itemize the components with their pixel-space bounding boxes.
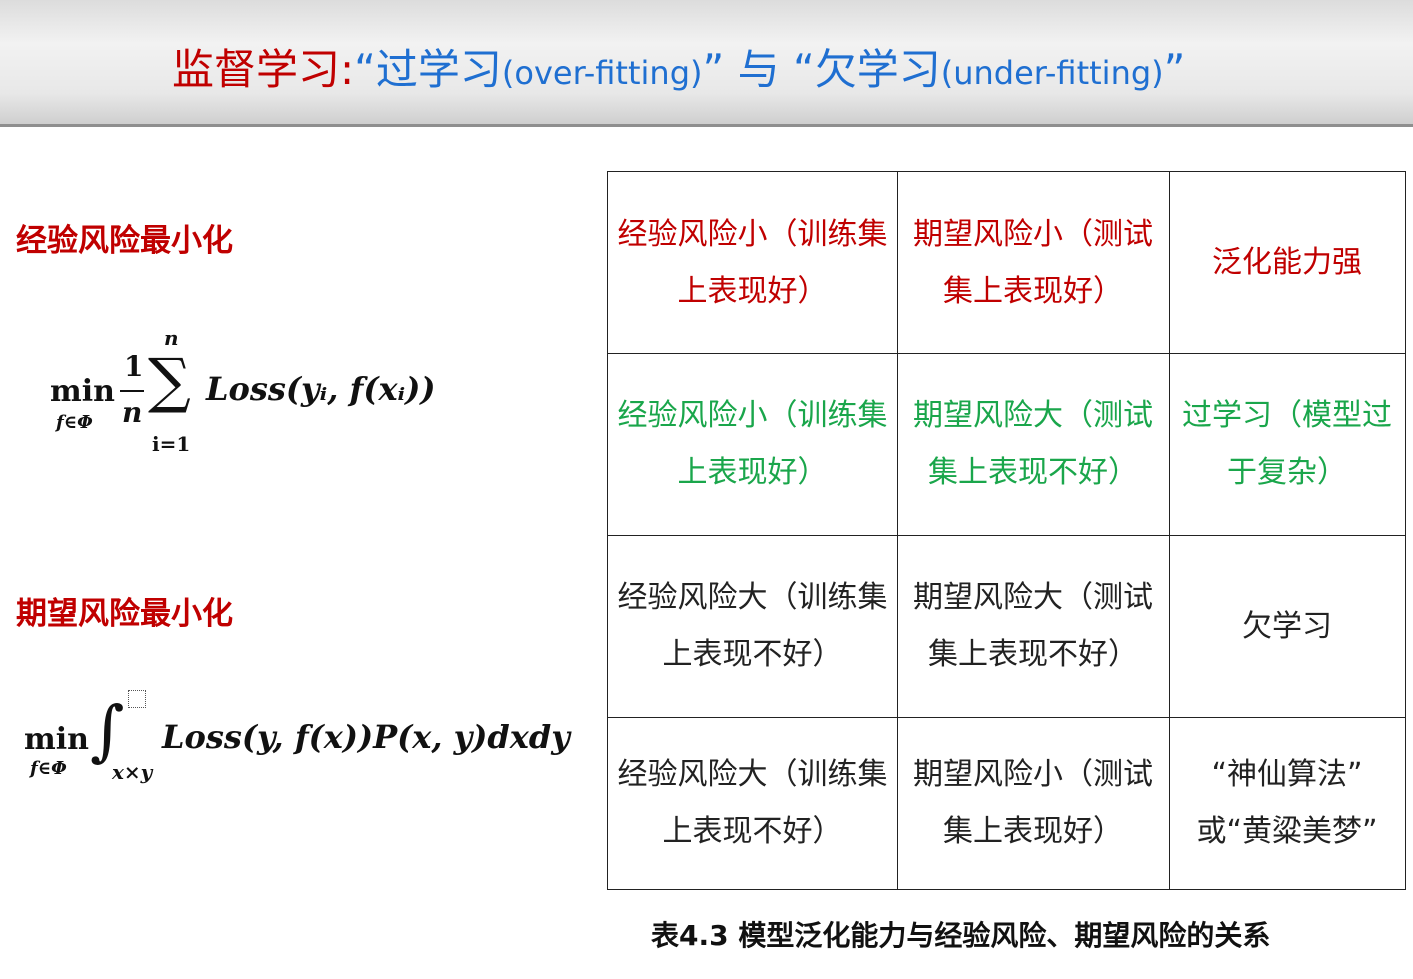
table-cell-r3-empirical: 经验风险大（训练集上表现不好） xyxy=(617,580,888,672)
erm-sum-symbol: ∑ xyxy=(148,346,191,416)
table-caption: 表4.3 模型泛化能力与经验风险、期望风险的关系 xyxy=(651,919,1271,952)
srm-upper-limit-placeholder xyxy=(128,690,146,708)
erm-sum-lower: i=1 xyxy=(152,432,191,456)
erm-fraction-denominator: n xyxy=(122,396,143,429)
title-part-close-quote: ” xyxy=(1163,45,1186,94)
table-cell-r1-result: 泛化能力强 xyxy=(1212,245,1362,280)
table-cell-r4-expected: 期望风险小（测试集上表现好） xyxy=(913,757,1153,849)
slide-title: 监督学习:“过学习(over-fitting)” 与 “欠学习(under-fi… xyxy=(172,42,1185,101)
table-cell-r4-empirical: 经验风险大（训练集上表现不好） xyxy=(617,757,888,849)
table-cell-r1-empirical: 经验风险小（训练集上表现好） xyxy=(617,216,888,309)
title-part-underfit-en: (under-fitting) xyxy=(940,54,1164,92)
table-cell-r2-result: 过学习（模型过于复杂） xyxy=(1182,398,1392,490)
title-banner: 监督学习:“过学习(over-fitting)” 与 “欠学习(under-fi… xyxy=(0,0,1413,127)
relationship-table: 经验风险小（训练集上表现好） 期望风险小（测试集上表现好） 泛化能力强 经验风险… xyxy=(607,171,1406,890)
erm-loss-expression: Loss(yᵢ, f(xᵢ)) xyxy=(206,370,436,408)
erm-min-subscript: f∈Φ xyxy=(56,412,93,433)
title-part-overfit-cn: “过学习 xyxy=(354,45,502,94)
table-cell-r2-expected: 期望风险大（测试集上表现不好） xyxy=(913,398,1153,490)
table-cell-r2-empirical: 经验风险小（训练集上表现好） xyxy=(617,398,888,490)
table-cell-r4-result: “神仙算法” 或“黄粱美梦” xyxy=(1196,757,1378,849)
erm-formula: min f∈Φ 1 n n ∑ i=1 Loss(yᵢ, f(xᵢ)) xyxy=(50,326,470,460)
table-cell-r3-result: 欠学习 xyxy=(1242,608,1332,644)
srm-integral-lower: x×y xyxy=(112,760,153,784)
title-part-supervised: 监督学习: xyxy=(172,45,355,94)
erm-label: 经验风险最小化 xyxy=(16,223,233,259)
srm-label: 期望风险最小化 xyxy=(16,596,233,632)
title-part-underfit-cn: ” 与 “欠学习 xyxy=(702,45,941,94)
erm-fraction-bar xyxy=(120,390,144,392)
table-cell-r1-expected: 期望风险小（测试集上表现好） xyxy=(913,216,1153,309)
erm-min: min xyxy=(50,374,115,409)
srm-min-subscript: f∈Φ xyxy=(30,758,67,779)
srm-loss-expression: Loss(y, f(x))P(x, y)dxdy xyxy=(162,718,570,756)
srm-formula: min f∈Φ ∫ x×y Loss(y, f(x))P(x, y)dxdy xyxy=(24,690,594,796)
title-part-overfit-en: (over-fitting) xyxy=(501,54,703,92)
erm-fraction-numerator: 1 xyxy=(124,350,144,383)
srm-integral-symbol: ∫ xyxy=(90,692,125,769)
table-cell-r3-expected: 期望风险大（测试集上表现不好） xyxy=(913,580,1153,672)
srm-min: min xyxy=(24,722,89,757)
